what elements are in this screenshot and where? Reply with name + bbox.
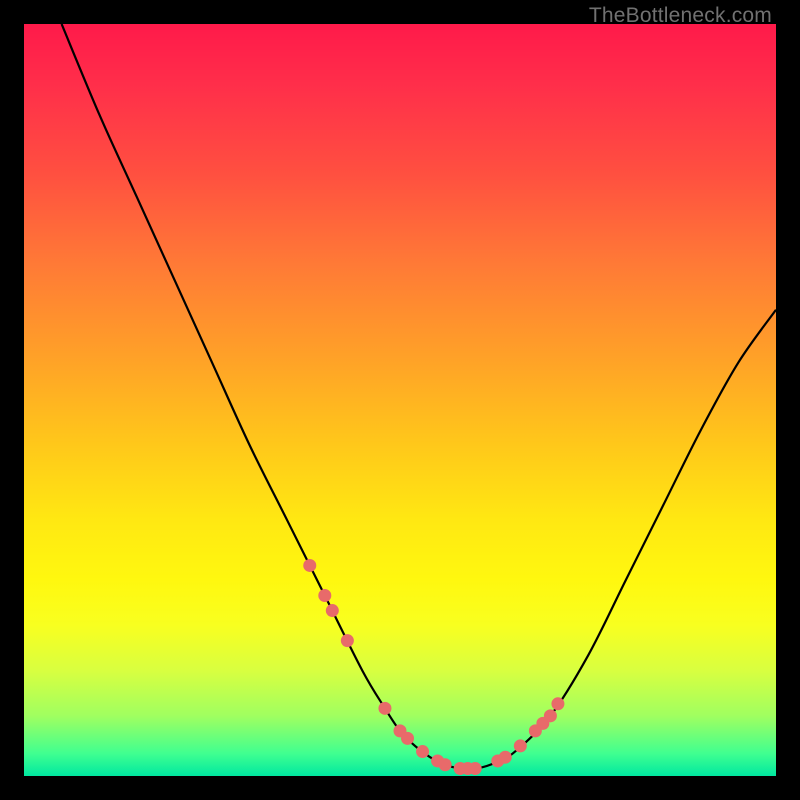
valley-dot [544,709,557,722]
valley-dot [341,634,354,647]
valley-dot [416,745,429,758]
valley-dots-group [303,559,564,775]
valley-dot [439,758,452,771]
valley-dot [469,762,482,775]
valley-dot [499,751,512,764]
bottleneck-curve-svg [24,24,776,776]
valley-dot [303,559,316,572]
valley-dot [551,697,564,710]
valley-dot [326,604,339,617]
valley-dot [318,589,331,602]
plot-area [24,24,776,776]
valley-dot [514,739,527,752]
chart-frame: TheBottleneck.com [0,0,800,800]
valley-dot [378,702,391,715]
valley-dot [401,732,414,745]
bottleneck-curve-path [62,24,776,769]
